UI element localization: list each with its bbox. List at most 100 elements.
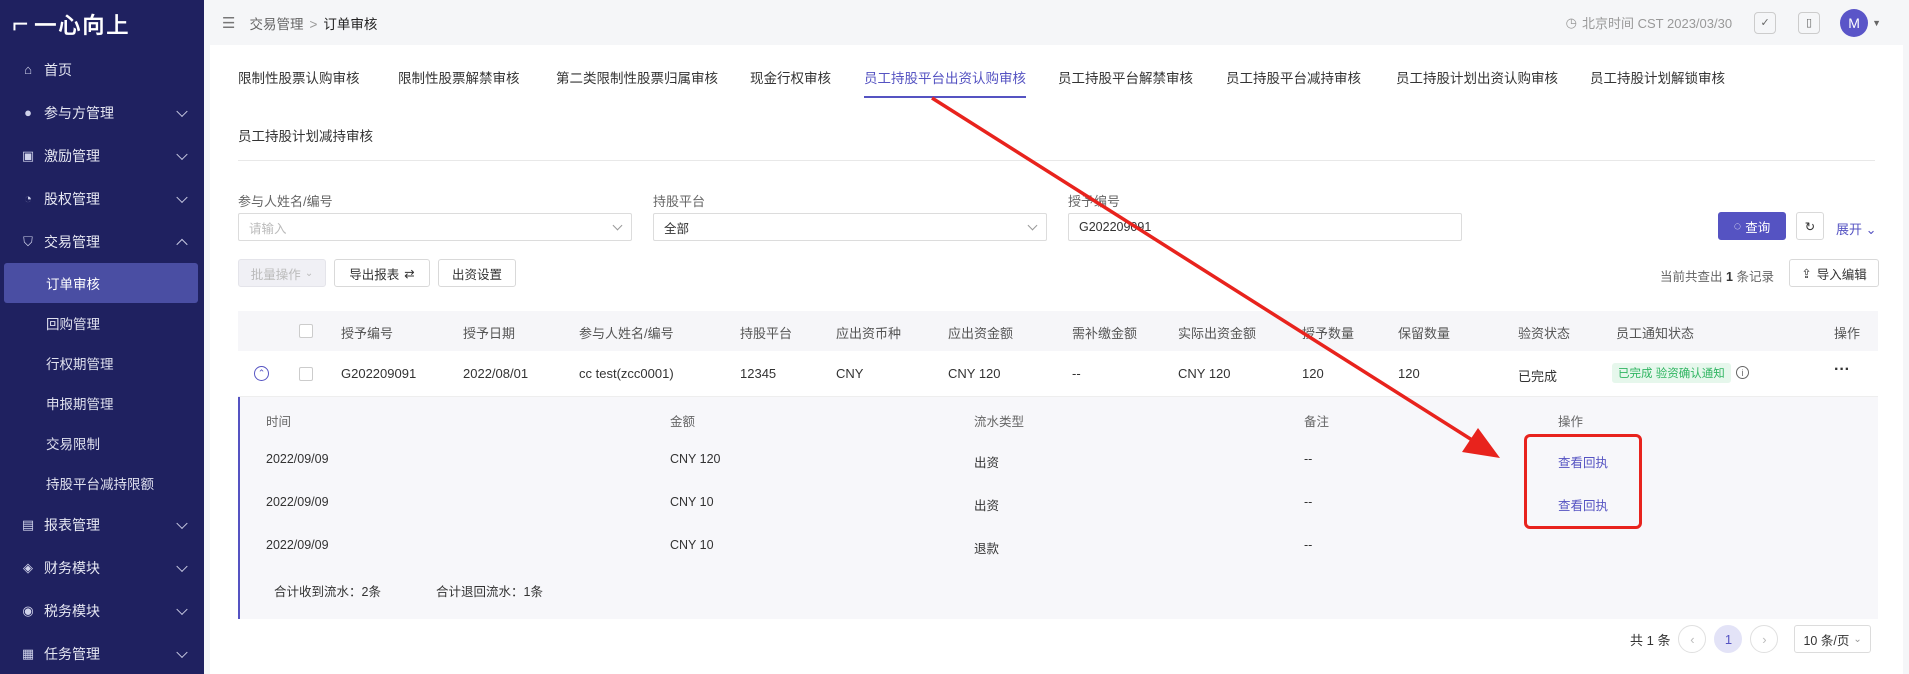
tab-plan-reduce[interactable]: 员工持股计划减持审核 — [238, 125, 373, 145]
sidebar-item-tax[interactable]: ◉ 税务模块 — [0, 589, 204, 632]
cell-qty: 120 — [1302, 366, 1324, 381]
sidebar-item-finance[interactable]: ◈ 财务模块 — [0, 546, 204, 589]
sidebar-sub-order-review[interactable]: 订单审核 — [4, 263, 198, 303]
info-icon[interactable]: i — [1736, 366, 1749, 379]
grant-input[interactable]: G202209091 — [1068, 213, 1462, 241]
search-icon: ◌ — [1733, 219, 1742, 233]
chevron-up-icon — [176, 238, 188, 250]
participant-input[interactable]: 请输入 — [238, 213, 632, 241]
cell-participant: cc test(zcc0001) — [579, 366, 674, 381]
tab-bar: 限制性股票认购审核 限制性股票解禁审核 第二类限制性股票归属审核 现金行权审核 … — [210, 45, 1903, 165]
sidebar-item-label: 股权管理 — [44, 190, 100, 207]
reset-button[interactable]: ↻ — [1796, 212, 1824, 240]
clipboard-icon[interactable]: ✓ — [1754, 11, 1777, 34]
sidebar-item-label: 首页 — [44, 61, 72, 78]
gift-icon: ▣ — [21, 147, 35, 163]
sidebar-item-label: 财务模块 — [44, 559, 100, 576]
breadcrumb-item[interactable]: 交易管理 — [249, 17, 303, 32]
breadcrumb-separator: > — [309, 16, 318, 32]
tab-plan-unlock[interactable]: 员工持股计划解锁审核 — [1590, 67, 1725, 87]
cell-grant-no: G202209091 — [341, 366, 417, 381]
tab-cash-exercise[interactable]: 现金行权审核 — [750, 67, 831, 87]
server-time: 北京时间 CST 2023/03/30 — [1582, 16, 1733, 31]
sidebar-item-label: 报表管理 — [44, 516, 100, 533]
chevron-down-icon — [176, 560, 188, 572]
prev-page-button[interactable]: ‹ — [1678, 625, 1707, 653]
select-all-checkbox[interactable] — [299, 324, 313, 338]
chevron-down-icon: ⌄ — [304, 267, 314, 279]
sub-cell-type: 出资 — [974, 499, 1000, 513]
tab-platform-unlock[interactable]: 员工持股平台解禁审核 — [1058, 67, 1193, 87]
import-edit-button[interactable]: ⇪ 导入编辑 — [1789, 259, 1879, 287]
pie-icon: ◔ — [24, 191, 32, 206]
tab-plan-subscribe[interactable]: 员工持股计划出资认购审核 — [1396, 67, 1558, 87]
avatar[interactable]: M — [1840, 8, 1869, 37]
sidebar-sub-declare-period[interactable]: 申报期管理 — [0, 383, 204, 423]
chevron-down-icon — [176, 105, 188, 117]
more-actions-icon[interactable]: ··· — [1834, 361, 1850, 379]
chevron-down-icon — [612, 220, 623, 231]
sub-column-header: 操作 — [1558, 415, 1584, 429]
tab-platform-reduce[interactable]: 员工持股平台减持审核 — [1226, 67, 1361, 87]
sidebar-item-trade[interactable]: ⛉ 交易管理 — [0, 220, 204, 263]
total-received-flow: 合计收到流水：2条 — [274, 585, 381, 599]
cell-date: 2022/08/01 — [463, 366, 529, 381]
page-size-value: 10 条/页 — [1803, 633, 1850, 648]
shirt-icon[interactable]: ▯ — [1798, 11, 1821, 34]
expand-filters-link[interactable]: 展开 ⌄ — [1836, 219, 1877, 238]
collapse-menu-icon[interactable]: ☰ — [222, 14, 235, 32]
batch-label: 批量操作 — [250, 267, 301, 282]
grant-value: G202209091 — [1079, 220, 1152, 234]
summary-prefix: 当前共查出 — [1660, 270, 1723, 284]
wallet-icon: ◈ — [23, 559, 33, 575]
collapse-row-icon[interactable]: ⌃ — [254, 366, 269, 381]
sub-cell-note: -- — [1304, 452, 1313, 466]
page-size-select[interactable]: 10 条/页 ⌄ — [1794, 625, 1871, 653]
platform-select[interactable]: 全部 — [653, 213, 1047, 241]
tab-class2-vesting[interactable]: 第二类限制性股票归属审核 — [556, 67, 718, 87]
pagination-total: 共 1 条 — [1630, 632, 1671, 648]
cell-amount: CNY 120 — [948, 366, 1001, 381]
user-icon: ● — [24, 105, 32, 120]
logo: ⌐ 一心向上 — [0, 0, 204, 48]
sidebar-item-participants[interactable]: ● 参与方管理 — [0, 91, 204, 134]
sidebar-item-tasks[interactable]: ▦ 任务管理 — [0, 632, 204, 674]
export-report-button[interactable]: 导出报表 ⇄ — [334, 259, 430, 287]
column-header: 授予数量 — [1302, 326, 1355, 341]
sidebar-sub-platform-limit[interactable]: 持股平台减持限额 — [0, 463, 204, 503]
sub-cell-time: 2022/09/09 — [266, 538, 329, 552]
sidebar-item-home[interactable]: ⌂ 首页 — [0, 48, 204, 91]
sub-column-header: 金额 — [670, 415, 696, 429]
caret-down-icon[interactable]: ▼ — [1872, 18, 1881, 28]
page-button-current[interactable]: 1 — [1714, 625, 1743, 653]
breadcrumb: 交易管理 > 订单审核 — [249, 13, 377, 33]
logo-text: 一心向上 — [34, 13, 131, 38]
chevron-down-icon — [176, 148, 188, 160]
sidebar-sub-exercise-period[interactable]: 行权期管理 — [0, 343, 204, 383]
row-checkbox[interactable] — [299, 367, 313, 381]
sidebar-sub-trade-limit[interactable]: 交易限制 — [0, 423, 204, 463]
column-header: 实际出资金额 — [1178, 326, 1257, 341]
cell-reserved: 120 — [1398, 366, 1420, 381]
sidebar-item-incentive[interactable]: ▣ 激励管理 — [0, 134, 204, 177]
topbar-right: ◷ 北京时间 CST 2023/03/30 ✓ ▯ M ▼ — [1566, 0, 1881, 45]
tab-platform-subscribe[interactable]: 员工持股平台出资认购审核 — [864, 67, 1026, 98]
tab-restricted-unlock[interactable]: 限制性股票解禁审核 — [398, 67, 520, 87]
settings-label: 出资设置 — [451, 267, 502, 282]
content-panel: 限制性股票认购审核 限制性股票解禁审核 第二类限制性股票归属审核 现金行权审核 … — [210, 45, 1903, 674]
task-icon: ▦ — [21, 645, 35, 661]
sidebar-sub-buyback[interactable]: 回购管理 — [0, 303, 204, 343]
sidebar-item-equity[interactable]: ◔ 股权管理 — [0, 177, 204, 220]
next-page-button[interactable]: › — [1750, 625, 1779, 653]
refresh-icon: ↻ — [1804, 219, 1816, 234]
tab-restricted-subscribe[interactable]: 限制性股票认购审核 — [238, 67, 360, 87]
pagination: 共 1 条 ‹ 1 › 10 条/页 ⌄ — [1630, 625, 1871, 653]
batch-action-button[interactable]: 批量操作 ⌄ — [238, 259, 326, 287]
sub-cell-amount: CNY 10 — [670, 538, 714, 552]
funding-settings-button[interactable]: 出资设置 — [438, 259, 516, 287]
query-button[interactable]: ◌ 查询 — [1718, 212, 1786, 240]
chevron-down-icon — [176, 603, 188, 615]
chevron-down-icon: ⌄ — [1853, 633, 1862, 645]
sub-column-header: 流水类型 — [974, 415, 1025, 429]
sidebar-item-reports[interactable]: ▤ 报表管理 — [0, 503, 204, 546]
